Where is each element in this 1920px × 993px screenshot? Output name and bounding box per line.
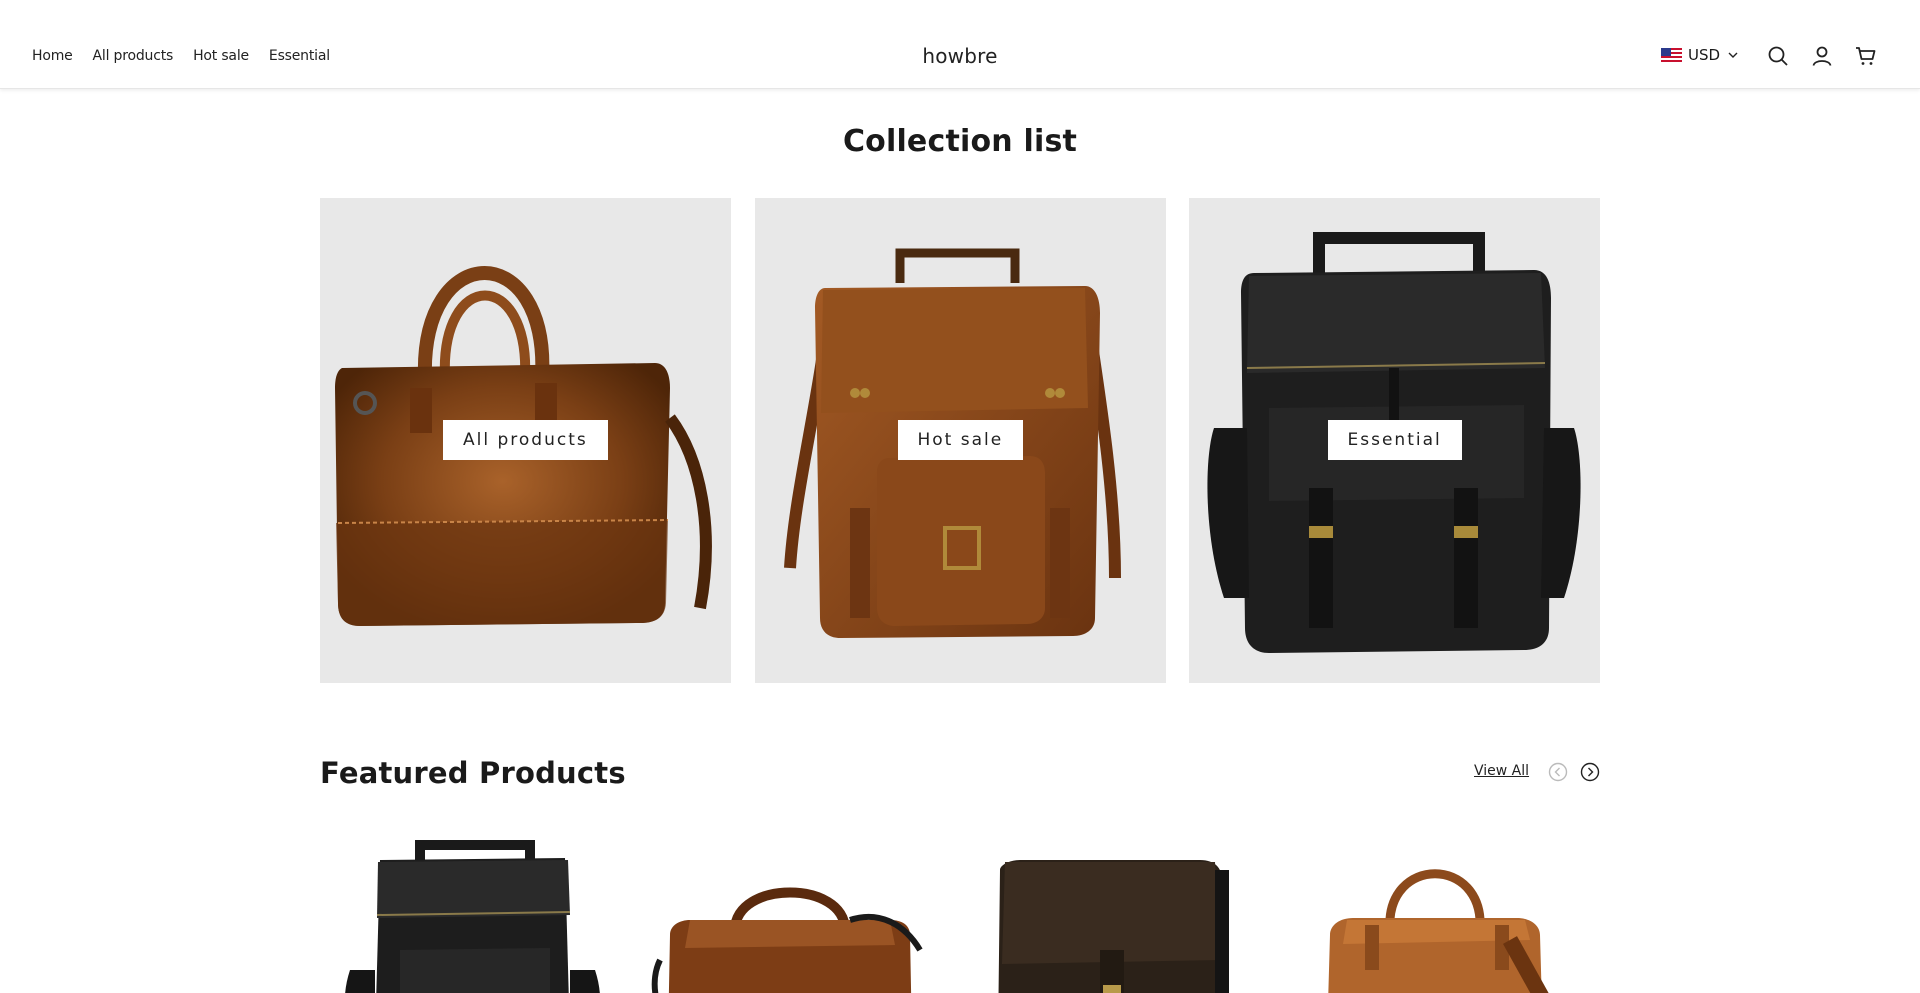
view-all-link[interactable]: View All [1474, 763, 1529, 779]
site-header: Home All products Hot sale Essential how… [0, 0, 1920, 89]
brand-wrap: howbre [0, 44, 1920, 68]
featured-product-card[interactable] [320, 840, 620, 993]
collection-card-label: Essential [1327, 420, 1462, 460]
brown-duffel-bag-product-image [651, 887, 923, 993]
featured-product-card[interactable] [640, 840, 940, 993]
tan-duffel-bag-product-image [1328, 869, 1549, 993]
us-flag-icon [1661, 48, 1682, 62]
search-icon[interactable] [1766, 44, 1790, 68]
dark-messenger-bag-product-image [998, 860, 1229, 993]
cart-icon[interactable] [1854, 44, 1878, 68]
black-backpack-product-image [345, 840, 600, 993]
brand-logo[interactable]: howbre [922, 44, 997, 68]
arrow-left-circle-icon[interactable] [1548, 762, 1568, 782]
currency-label: USD [1688, 46, 1721, 64]
collection-card-label: All products [443, 420, 608, 460]
arrow-right-circle-icon[interactable] [1580, 762, 1600, 782]
collection-card-label: Hot sale [897, 420, 1024, 460]
collection-card-all-products[interactable]: All products [320, 198, 731, 683]
account-icon[interactable] [1810, 44, 1834, 68]
collection-list-title: Collection list [842, 124, 1078, 159]
featured-product-card[interactable] [1285, 840, 1585, 993]
collection-card-essential[interactable]: Essential [1189, 198, 1600, 683]
currency-selector[interactable]: USD [1661, 46, 1740, 64]
collection-card-hot-sale[interactable]: Hot sale [755, 198, 1166, 683]
chevron-down-icon [1728, 52, 1738, 58]
featured-product-card[interactable] [960, 840, 1260, 993]
featured-products-title: Featured Products [320, 756, 626, 790]
